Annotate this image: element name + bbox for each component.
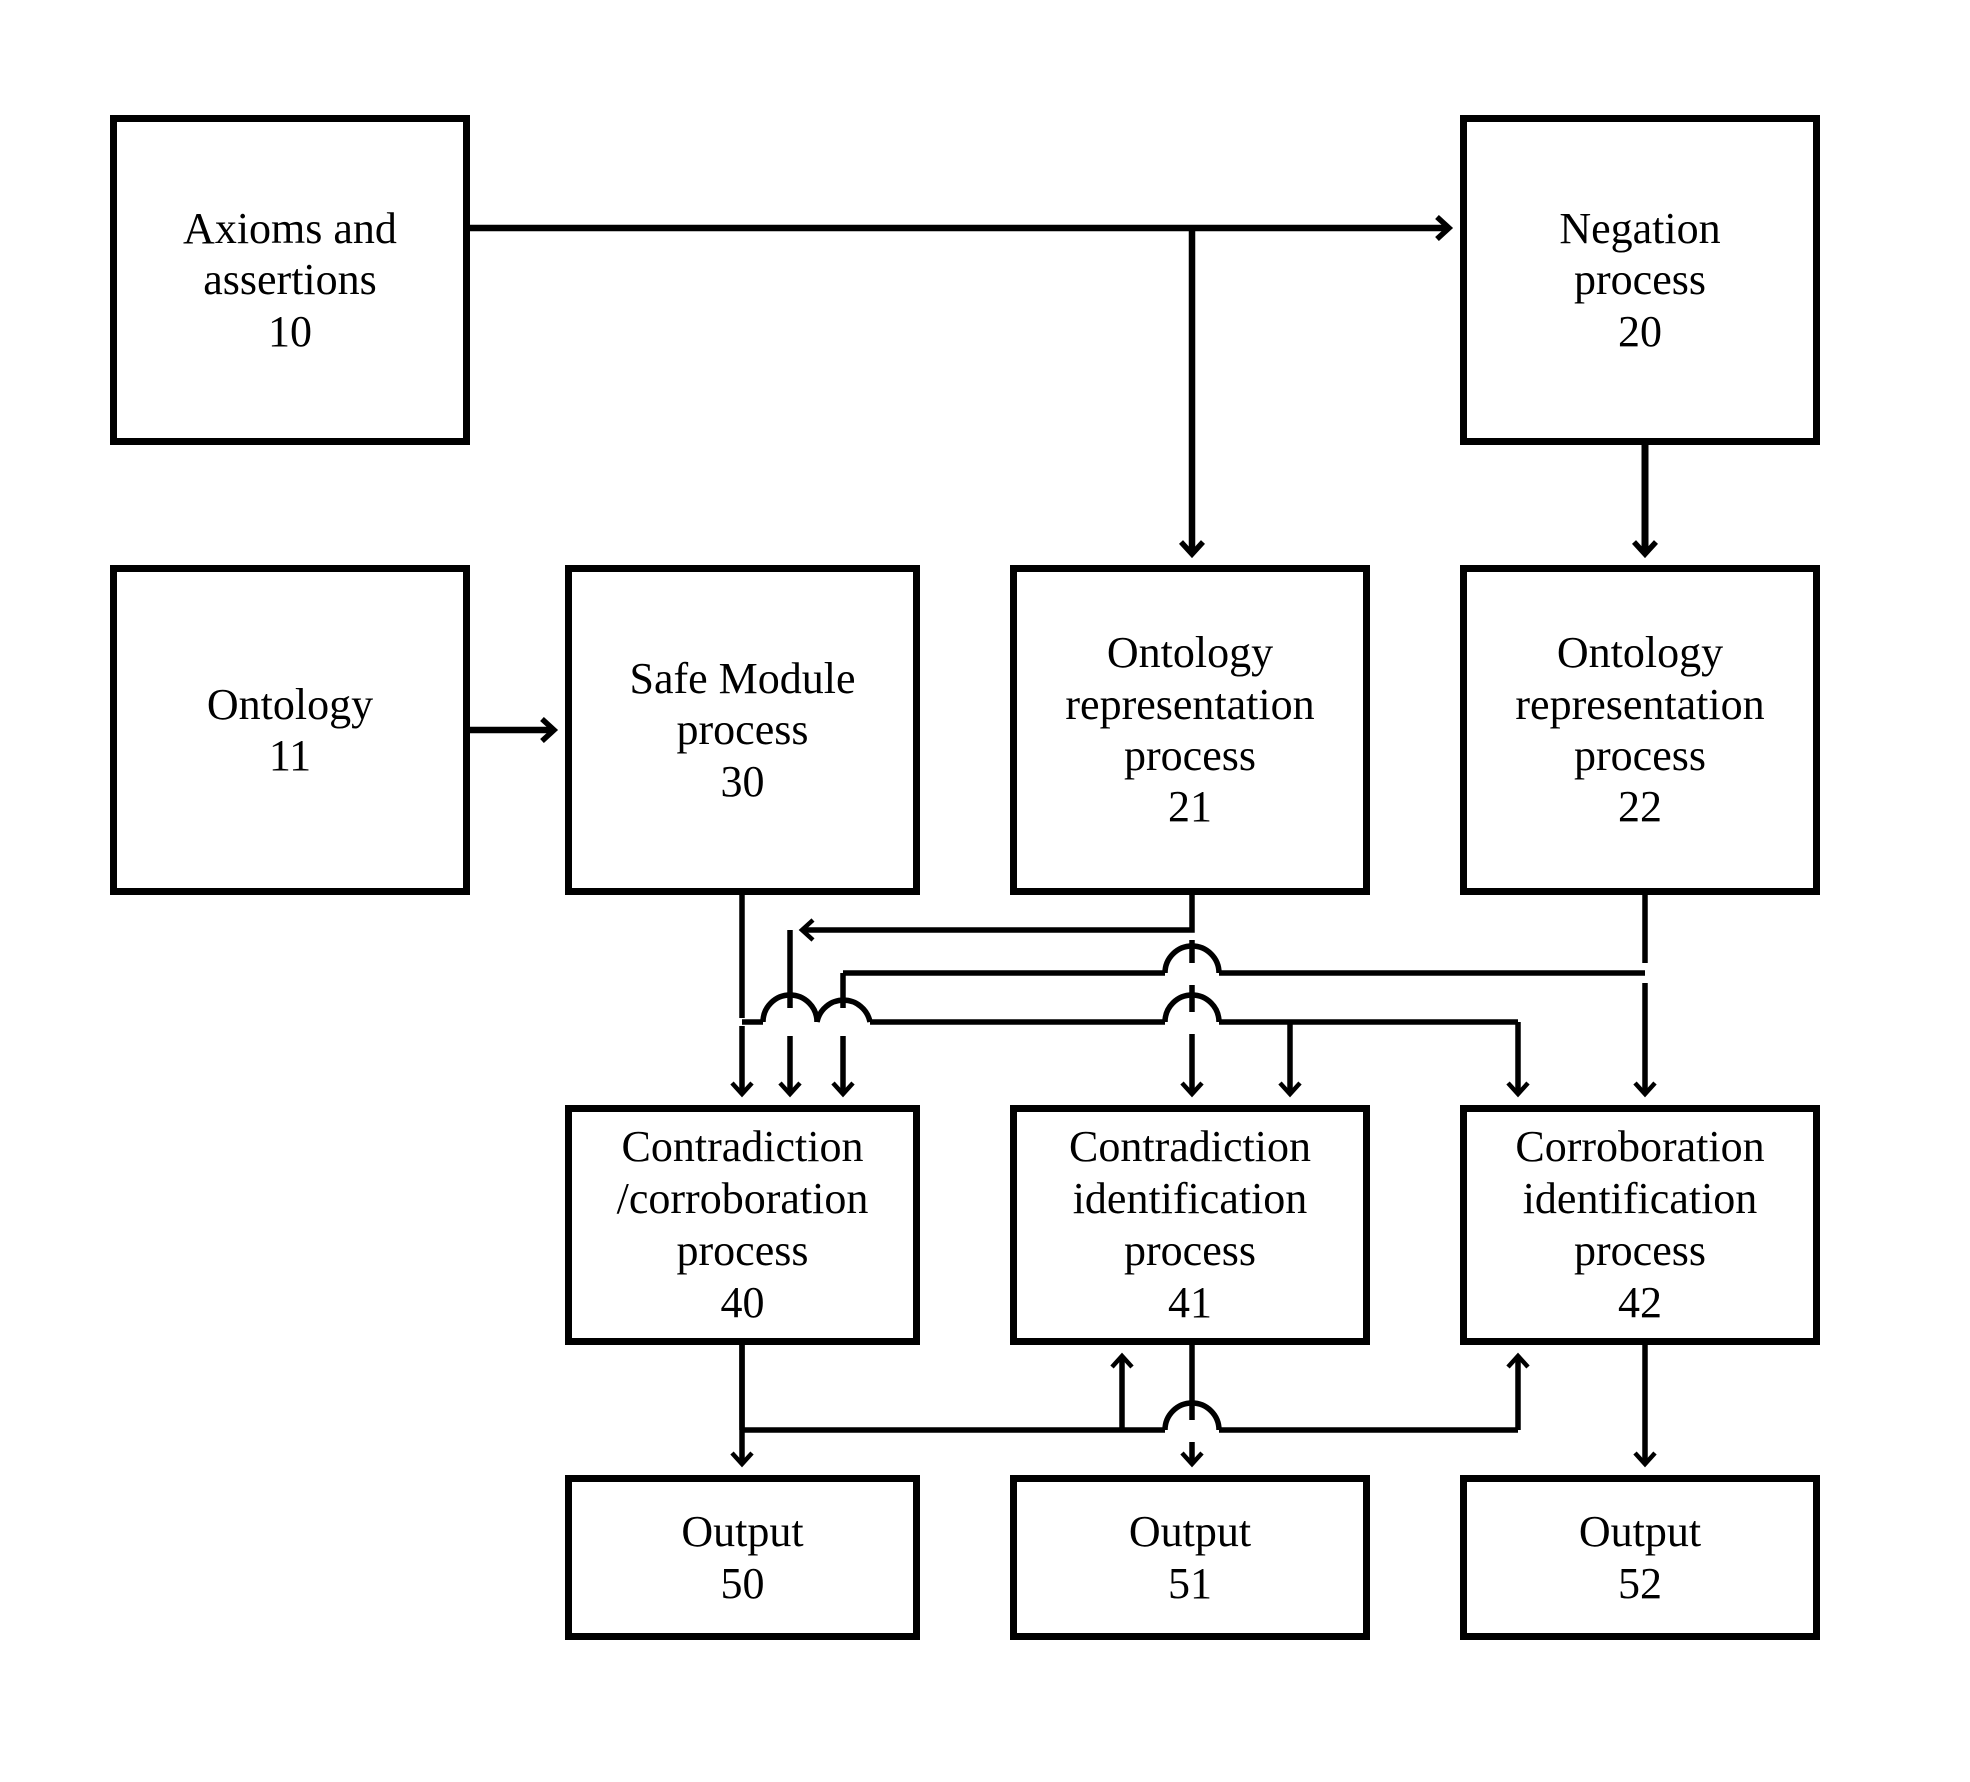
node-reference-number: 11 (268, 731, 312, 780)
node-reference-number: 40 (720, 1278, 765, 1328)
node-safe-module-process[interactable]: Safe Module process 30 (565, 565, 920, 895)
node-output-52[interactable]: Output 52 (1460, 1475, 1820, 1640)
node-contradiction-corroboration-process[interactable]: Contradiction /corroboration process 40 (565, 1105, 920, 1345)
node-output-51[interactable]: Output 51 (1010, 1475, 1370, 1640)
node-label-line: Ontology (206, 679, 374, 729)
node-output-50[interactable]: Output 50 (565, 1475, 920, 1640)
node-label-line: process (1124, 731, 1256, 780)
node-label-line: Output (681, 1507, 804, 1557)
node-label-line: Contradiction (621, 1122, 864, 1172)
bus-y973-representation-22-to-contradiction-corroboration (843, 943, 1645, 976)
node-corroboration-identification-process[interactable]: Corroboration identification process 42 (1460, 1105, 1820, 1345)
node-label-line: Contradiction (1069, 1122, 1311, 1172)
node-label-line: process (1574, 1226, 1706, 1276)
node-reference-number: 42 (1618, 1278, 1662, 1328)
node-label-line: process (1124, 1226, 1256, 1276)
node-label-line: process (676, 705, 809, 755)
node-contradiction-identification-process[interactable]: Contradiction identification process 41 (1010, 1105, 1370, 1345)
node-label-line: process (1574, 255, 1706, 305)
flow-diagram: Axioms and assertions 10 Negation proces… (0, 0, 1970, 1782)
node-label-line: Ontology (1556, 628, 1724, 678)
node-label-line: assertions (203, 255, 377, 305)
node-reference-number: 22 (1618, 782, 1662, 832)
node-ontology[interactable]: Ontology 11 (110, 565, 470, 895)
node-label-line: process (1574, 731, 1706, 780)
node-label-line: Safe Module (629, 653, 856, 703)
node-reference-number: 51 (1168, 1558, 1212, 1608)
node-reference-number: 50 (720, 1558, 765, 1608)
node-ontology-representation-process-21[interactable]: Ontology representation process 21 (1010, 565, 1370, 895)
node-label-line: Axioms and (183, 203, 397, 253)
node-label-line: /corroboration (616, 1174, 869, 1224)
node-label-line: identification (1522, 1174, 1758, 1224)
node-reference-number: 41 (1168, 1278, 1212, 1328)
node-label-line: Ontology (1106, 628, 1274, 678)
arrow-representation-21-to-safe-module (798, 895, 1195, 942)
bus-y1022-representation-to-corroboration-identification (742, 992, 1530, 1098)
node-ontology-representation-process-22[interactable]: Ontology representation process 22 (1460, 565, 1820, 895)
node-reference-number: 52 (1618, 1558, 1662, 1608)
node-reference-number: 30 (720, 756, 765, 806)
node-label-line: identification (1072, 1174, 1308, 1224)
node-reference-number: 21 (1168, 782, 1212, 832)
node-axioms-and-assertions[interactable]: Axioms and assertions 10 (110, 115, 470, 445)
node-label-line: process (676, 1226, 809, 1276)
node-label-line: representation (1065, 679, 1315, 729)
node-label-line: Output (1578, 1507, 1702, 1557)
node-reference-number: 20 (1618, 306, 1662, 356)
node-label-line: Output (1128, 1507, 1252, 1557)
node-label-line: Corroboration (1515, 1122, 1765, 1172)
node-label-line: Negation (1559, 203, 1721, 253)
bus-y1430-contradiction-corroboration-feedback (739, 1345, 1530, 1433)
node-negation-process[interactable]: Negation process 20 (1460, 115, 1820, 445)
node-reference-number: 10 (268, 306, 312, 356)
node-label-line: representation (1515, 679, 1765, 729)
